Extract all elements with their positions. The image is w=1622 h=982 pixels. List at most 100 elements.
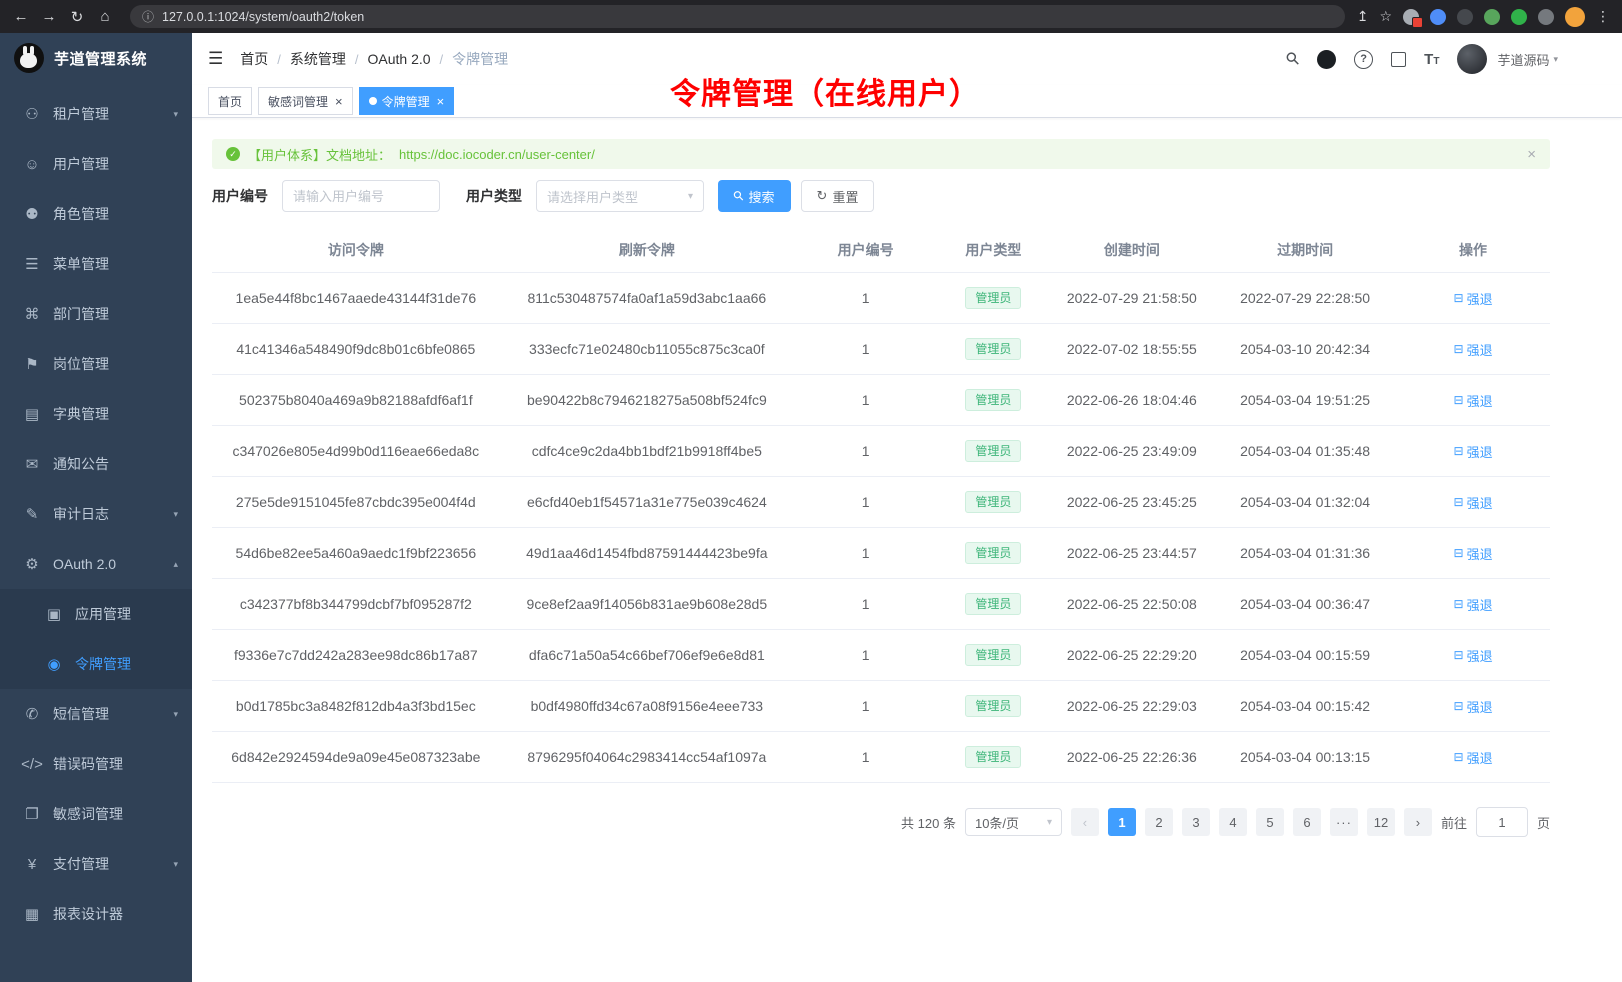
address-bar[interactable]: ⓘ 127.0.0.1:1024/system/oauth2/token bbox=[130, 5, 1345, 28]
force-logout-button[interactable]: ⊟ 强退 bbox=[1454, 748, 1493, 767]
expire-time-cell: 2054-03-04 00:13:15 bbox=[1214, 732, 1396, 783]
back-icon[interactable]: ← bbox=[8, 4, 34, 30]
doc-link[interactable]: https://doc.iocoder.cn/user-center/ bbox=[399, 147, 595, 162]
force-logout-button[interactable]: ⊟ 强退 bbox=[1454, 595, 1493, 614]
page-suffix: 页 bbox=[1537, 813, 1550, 832]
sidebar-item-sms[interactable]: ✆ 短信管理 ▾ bbox=[0, 689, 192, 739]
sidebar-item-oauth[interactable]: ⚙ OAuth 2.0 ▴ bbox=[0, 539, 192, 589]
user-type-cell: 管理员 bbox=[937, 477, 1049, 528]
prev-page-button[interactable]: ‹ bbox=[1071, 808, 1099, 836]
action-cell: ⊟ 强退 bbox=[1396, 426, 1550, 477]
sidebar-item-dept[interactable]: ⌘ 部门管理 bbox=[0, 289, 192, 339]
browser-profile-avatar[interactable] bbox=[1565, 7, 1585, 27]
breadcrumb-item[interactable]: 令牌管理 bbox=[452, 49, 508, 69]
github-icon[interactable] bbox=[1317, 50, 1336, 69]
refresh-token-cell: 811c530487574fa0af1a59d3abc1aa66 bbox=[500, 273, 794, 324]
sidebar: 芋道管理系统 ⚇ 租户管理 ▾ ☺ 用户管理 ⚉ 角色管理 bbox=[0, 33, 192, 982]
breadcrumb-item[interactable]: 系统管理 bbox=[290, 49, 346, 69]
extension-grid-icon[interactable] bbox=[1403, 9, 1419, 25]
next-page-button[interactable]: › bbox=[1404, 808, 1432, 836]
collapse-menu-icon[interactable]: ☰ bbox=[208, 49, 223, 69]
force-logout-button[interactable]: ⊟ 强退 bbox=[1454, 544, 1493, 563]
sidebar-item-pay[interactable]: ¥ 支付管理 ▾ bbox=[0, 839, 192, 889]
user-id-cell: 1 bbox=[794, 681, 937, 732]
table-row: 502375b8040a469a9b82188afdf6af1f be90422… bbox=[212, 375, 1550, 426]
sidebar-item-errcode[interactable]: </> 错误码管理 bbox=[0, 739, 192, 789]
action-cell: ⊟ 强退 bbox=[1396, 732, 1550, 783]
tab[interactable]: 敏感词管理 × bbox=[258, 87, 353, 115]
force-logout-button[interactable]: ⊟ 强退 bbox=[1454, 340, 1493, 359]
force-logout-button[interactable]: ⊟ 强退 bbox=[1454, 442, 1493, 461]
page-button[interactable]: 1 bbox=[1108, 808, 1136, 836]
extension-puzzle-icon[interactable] bbox=[1538, 9, 1554, 25]
extension-green-icon[interactable] bbox=[1484, 9, 1500, 25]
page-button[interactable]: 5 bbox=[1256, 808, 1284, 836]
search-icon[interactable]: ⚲ bbox=[1281, 48, 1304, 71]
sidebar-item-token[interactable]: ◉ 令牌管理 bbox=[0, 639, 192, 689]
extension-badge bbox=[1412, 17, 1423, 28]
forward-icon[interactable]: → bbox=[36, 4, 62, 30]
extension-dark-icon[interactable] bbox=[1457, 9, 1473, 25]
close-tab-icon[interactable]: × bbox=[437, 94, 445, 109]
bookmark-star-icon[interactable]: ☆ bbox=[1379, 8, 1392, 25]
sidebar-item-post[interactable]: ⚑ 岗位管理 bbox=[0, 339, 192, 389]
tab-label: 首页 bbox=[218, 93, 242, 110]
user-type-tag: 管理员 bbox=[965, 389, 1021, 411]
extension-lime-icon[interactable] bbox=[1511, 9, 1527, 25]
breadcrumb-item[interactable]: OAuth 2.0 bbox=[368, 51, 431, 67]
page-button[interactable]: 4 bbox=[1219, 808, 1247, 836]
page-button[interactable]: ··· bbox=[1330, 808, 1358, 836]
force-logout-button[interactable]: ⊟ 强退 bbox=[1454, 646, 1493, 665]
sidebar-item-app[interactable]: ▣ 应用管理 bbox=[0, 589, 192, 639]
sidebar-item-role[interactable]: ⚉ 角色管理 bbox=[0, 189, 192, 239]
chevron-icon: ▾ bbox=[173, 859, 178, 870]
sidebar-item-audit[interactable]: ✎ 审计日志 ▾ bbox=[0, 489, 192, 539]
sidebar-item-dict[interactable]: ▤ 字典管理 bbox=[0, 389, 192, 439]
search-form: 用户编号 用户类型 请选择用户类型 ▾ ⚲ 搜索 ↻ 重置 bbox=[212, 180, 1550, 212]
access-token-cell: 1ea5e44f8bc1467aaede43144f31de76 bbox=[212, 273, 500, 324]
sidebar-item-notice[interactable]: ✉ 通知公告 bbox=[0, 439, 192, 489]
page-button[interactable]: 2 bbox=[1145, 808, 1173, 836]
help-icon[interactable]: ? bbox=[1354, 50, 1373, 69]
home-icon[interactable]: ⌂ bbox=[92, 4, 118, 30]
pagination: 共 120 条 10条/页 ▾ ‹ 1 2 3 4 5 6 bbox=[212, 807, 1550, 837]
extension-blue-icon[interactable] bbox=[1430, 9, 1446, 25]
sidebar-item-report[interactable]: ▦ 报表设计器 bbox=[0, 889, 192, 939]
page-button[interactable]: 12 bbox=[1367, 808, 1395, 836]
goto-page-input[interactable] bbox=[1476, 807, 1528, 837]
fullscreen-icon[interactable] bbox=[1391, 52, 1406, 67]
sidebar-item-sensitive[interactable]: ❐ 敏感词管理 bbox=[0, 789, 192, 839]
browser-menu-icon[interactable]: ⋮ bbox=[1596, 8, 1610, 25]
search-button[interactable]: ⚲ 搜索 bbox=[718, 180, 791, 212]
page-button[interactable]: 6 bbox=[1293, 808, 1321, 836]
site-info-icon[interactable]: ⓘ bbox=[142, 8, 154, 25]
access-token-cell: 6d842e2924594de9a09e45e087323abe bbox=[212, 732, 500, 783]
force-logout-button[interactable]: ⊟ 强退 bbox=[1454, 697, 1493, 716]
font-size-icon[interactable]: TT bbox=[1424, 51, 1439, 68]
user-id-cell: 1 bbox=[794, 273, 937, 324]
force-logout-button[interactable]: ⊟ 强退 bbox=[1454, 493, 1493, 512]
page-size-select[interactable]: 10条/页 ▾ bbox=[965, 808, 1062, 836]
reset-button[interactable]: ↻ 重置 bbox=[801, 180, 875, 212]
tab[interactable]: 令牌管理 × bbox=[359, 87, 455, 115]
user-type-select[interactable]: 请选择用户类型 ▾ bbox=[536, 180, 704, 212]
force-logout-button[interactable]: ⊟ 强退 bbox=[1454, 289, 1493, 308]
sidebar-item-user[interactable]: ☺ 用户管理 bbox=[0, 139, 192, 189]
breadcrumb-item[interactable]: 首页 bbox=[240, 49, 268, 69]
sidebar-item-menu[interactable]: ☰ 菜单管理 bbox=[0, 239, 192, 289]
pagination-total: 共 120 条 bbox=[901, 813, 956, 832]
user-menu[interactable]: 芋道源码 ▾ bbox=[1497, 50, 1558, 69]
create-time-cell: 2022-06-25 22:50:08 bbox=[1050, 579, 1215, 630]
user-avatar[interactable] bbox=[1457, 44, 1487, 74]
page-button[interactable]: 3 bbox=[1182, 808, 1210, 836]
tab[interactable]: 首页 bbox=[208, 87, 252, 115]
reload-icon[interactable]: ↻ bbox=[64, 4, 90, 30]
force-logout-button[interactable]: ⊟ 强退 bbox=[1454, 391, 1493, 410]
share-icon[interactable]: ↥ bbox=[1357, 8, 1369, 25]
user-type-cell: 管理员 bbox=[937, 426, 1049, 477]
user-id-input[interactable] bbox=[282, 180, 440, 212]
close-tab-icon[interactable]: × bbox=[335, 94, 343, 109]
close-alert-icon[interactable]: × bbox=[1527, 146, 1536, 163]
action-cell: ⊟ 强退 bbox=[1396, 375, 1550, 426]
sidebar-item-tenant[interactable]: ⚇ 租户管理 ▾ bbox=[0, 89, 192, 139]
